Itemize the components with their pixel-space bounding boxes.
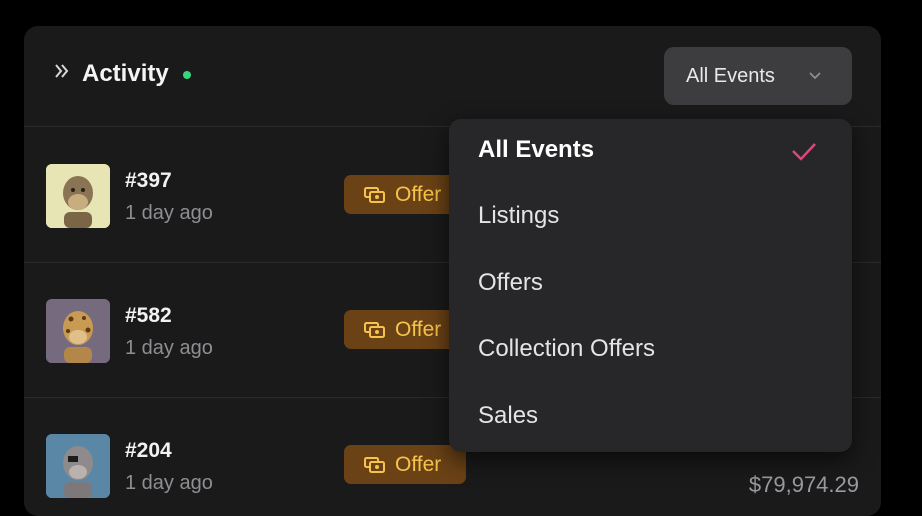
checkmark-icon [792,143,816,161]
event-type-label: Offer [395,318,442,341]
event-filter-dropdown[interactable]: All Events [664,47,852,105]
offer-badge: Offer [344,445,466,484]
menu-option-collection-offers[interactable]: Collection Offers [449,318,852,384]
offer-money-icon [364,187,385,203]
menu-option-sales[interactable]: Sales [449,385,852,451]
event-time: 1 day ago [125,202,213,224]
offer-money-icon [364,322,385,338]
activity-title: Activity [82,60,169,87]
live-status-dot [183,71,191,79]
token-id[interactable]: #582 [125,304,172,328]
chevron-down-icon [809,72,821,80]
event-time: 1 day ago [125,472,213,494]
menu-option-label: Collection Offers [478,335,655,362]
nft-thumbnail[interactable] [46,299,110,363]
offer-badge: Offer [344,310,466,349]
offer-money-icon [364,457,385,473]
ape-avatar-icon [46,434,110,498]
menu-option-label: Offers [478,269,543,296]
price-usd: $79,974.29 [748,472,859,497]
activity-header: Activity All Events [24,26,881,127]
menu-option-all-events[interactable]: All Events [449,119,852,185]
token-id[interactable]: #204 [125,439,172,463]
nft-thumbnail[interactable] [46,164,110,228]
menu-option-label: Sales [478,402,539,429]
nft-thumbnail[interactable] [46,434,110,498]
menu-option-label: All Events [478,136,595,163]
event-filter-selected: All Events [686,65,775,87]
menu-option-label: Listings [478,202,560,229]
event-type-label: Offer [395,453,442,476]
menu-option-offers[interactable]: Offers [449,252,852,318]
event-filter-menu: All Events Listings Offers Collection Of… [449,119,852,452]
double-chevron-right-icon[interactable] [54,61,70,81]
offer-badge: Offer [344,175,466,214]
ape-avatar-icon [46,299,110,363]
menu-option-listings[interactable]: Listings [449,185,852,251]
ape-avatar-icon [46,164,110,228]
event-time: 1 day ago [125,337,213,359]
event-type-label: Offer [395,183,442,206]
token-id[interactable]: #397 [125,169,172,193]
